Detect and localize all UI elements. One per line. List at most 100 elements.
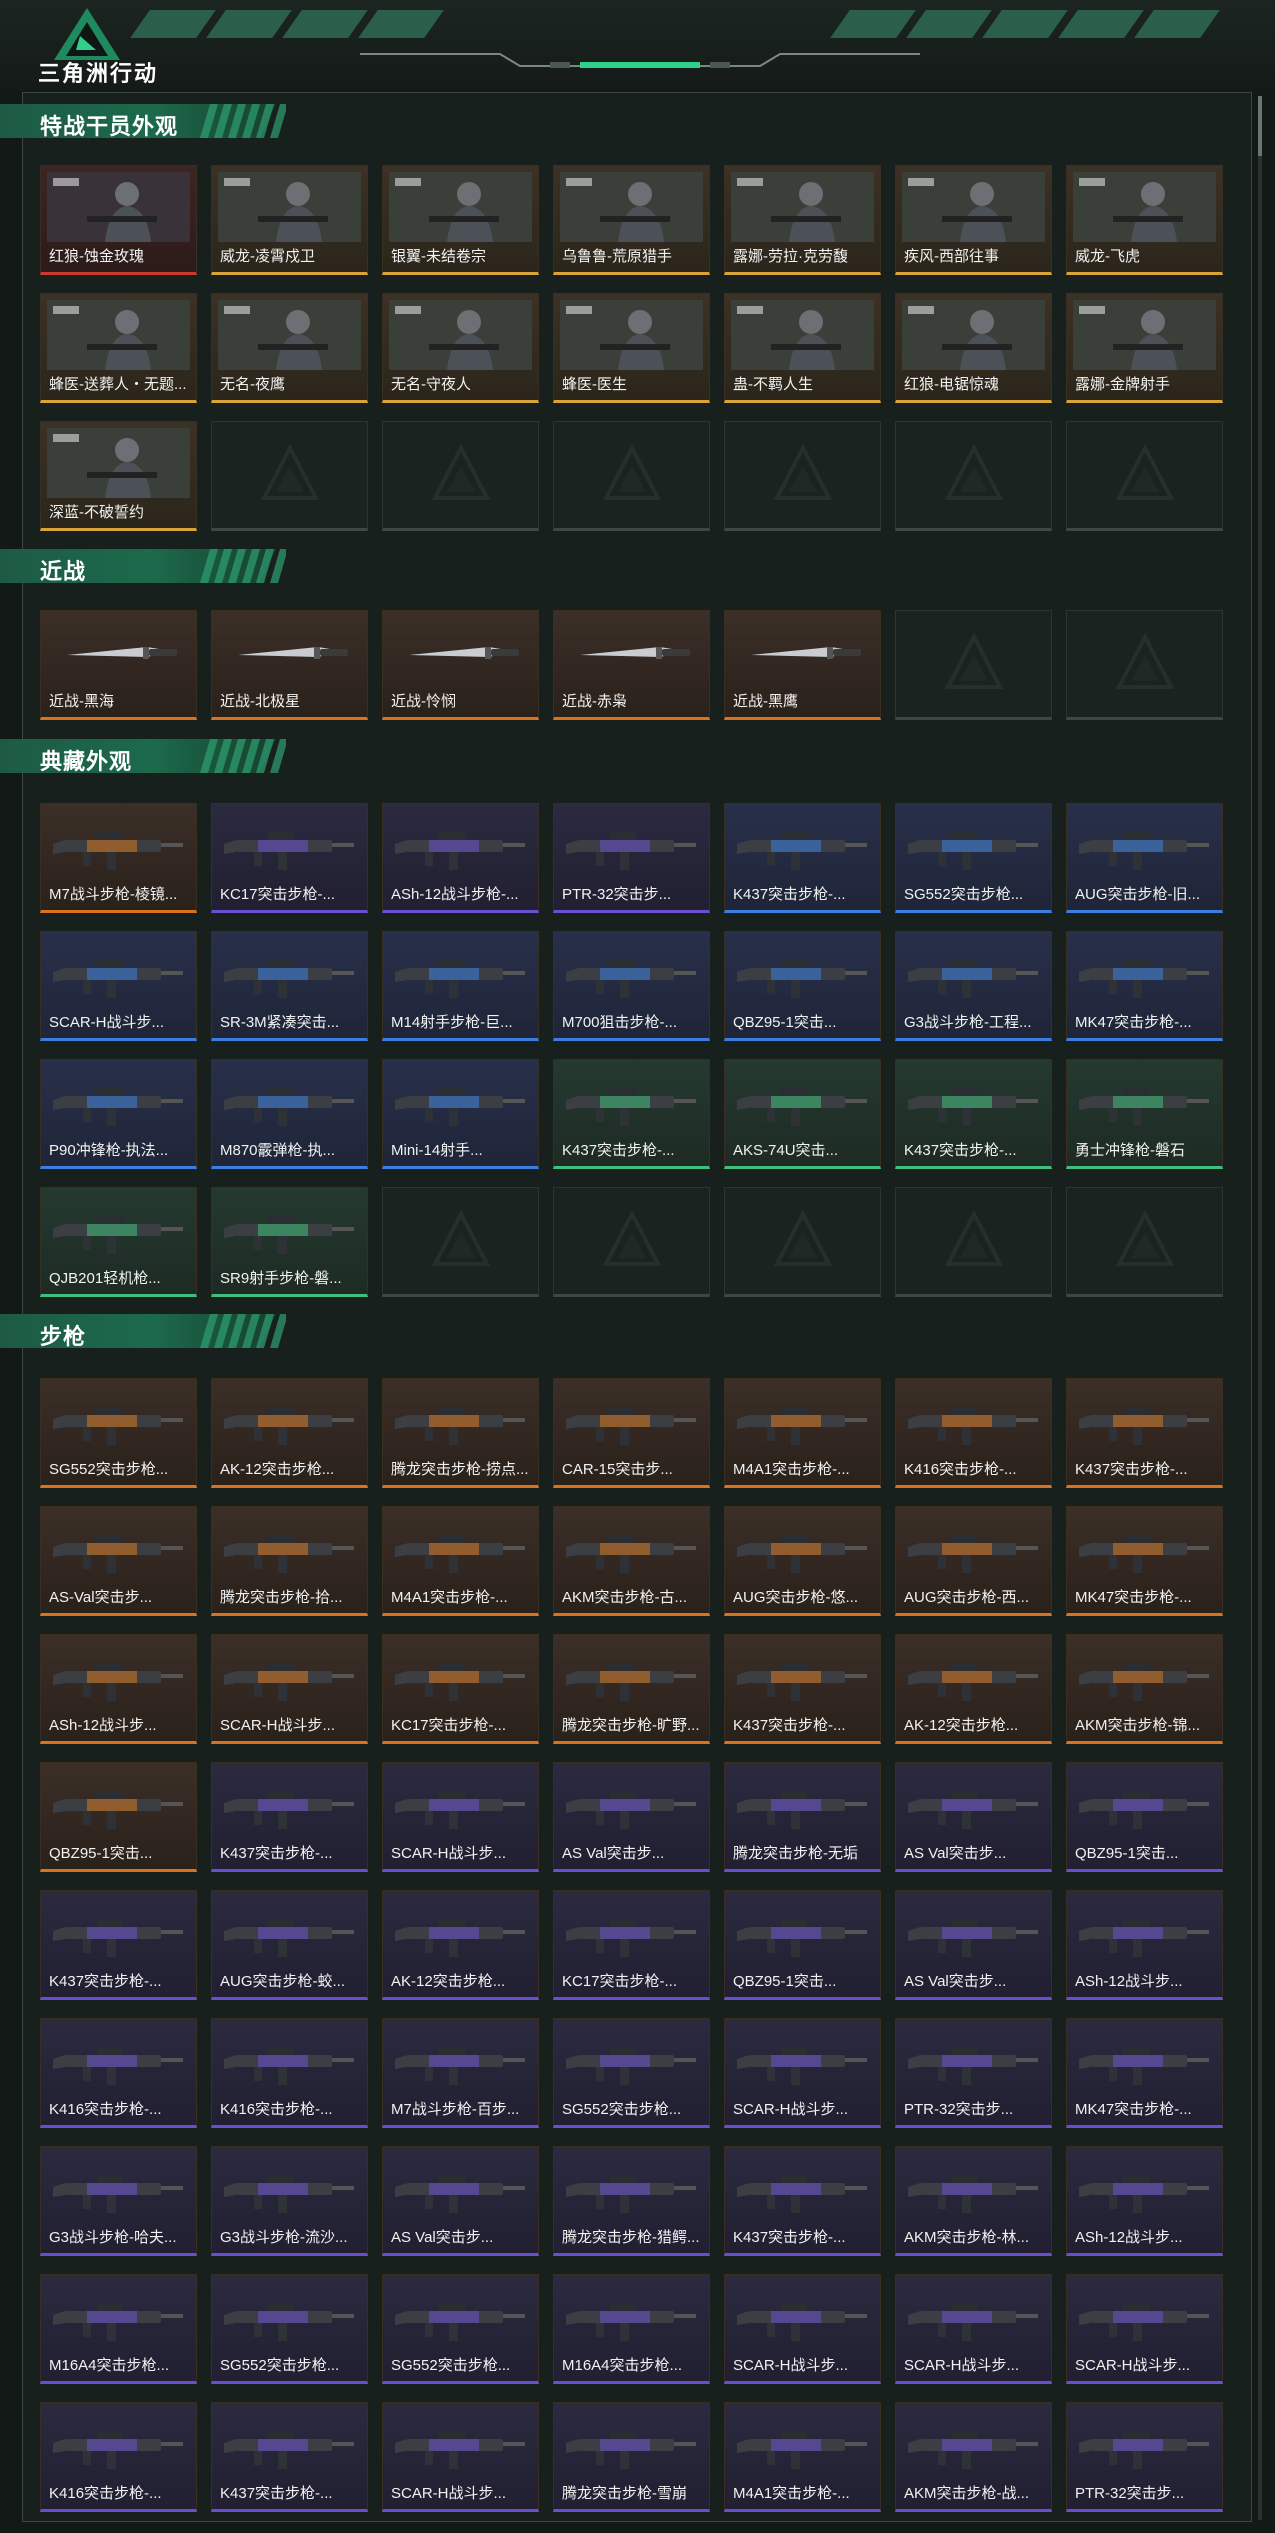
skin-card[interactable]: QBZ95-1突击... (1066, 1762, 1223, 1872)
skin-card[interactable]: ASh-12战斗步枪-... (382, 803, 539, 913)
skin-card[interactable]: K416突击步枪-... (40, 2402, 197, 2512)
skin-card[interactable]: AKM突击步枪-林... (895, 2146, 1052, 2256)
skin-card[interactable]: QJB201轻机枪... (40, 1187, 197, 1297)
skin-card[interactable]: AK-12突击步枪... (211, 1378, 368, 1488)
skin-card[interactable]: KC17突击步枪-... (382, 1634, 539, 1744)
skin-card[interactable]: K437突击步枪-... (724, 803, 881, 913)
skin-card[interactable]: SCAR-H战斗步... (724, 2018, 881, 2128)
skin-card[interactable]: ASh-12战斗步... (40, 1634, 197, 1744)
skin-card[interactable]: PTR-32突击步... (1066, 2402, 1223, 2512)
skin-card[interactable]: MK47突击步枪-... (1066, 931, 1223, 1041)
skin-card[interactable]: CAR-15突击步... (553, 1378, 710, 1488)
skin-card[interactable]: AUG突击步枪-旧... (1066, 803, 1223, 913)
skin-card[interactable]: 蜂医-医生 (553, 293, 710, 403)
skin-card[interactable]: SR9射手步枪-磐... (211, 1187, 368, 1297)
scrollbar-track[interactable] (1258, 96, 1262, 2520)
skin-card[interactable]: SCAR-H战斗步... (40, 931, 197, 1041)
skin-card[interactable]: K416突击步枪-... (40, 2018, 197, 2128)
skin-card[interactable]: SCAR-H战斗步... (382, 2402, 539, 2512)
skin-card[interactable]: AS Val突击步... (553, 1762, 710, 1872)
skin-card[interactable]: G3战斗步枪-流沙... (211, 2146, 368, 2256)
skin-card[interactable]: 腾龙突击步枪-雪崩 (553, 2402, 710, 2512)
skin-card[interactable]: AKM突击步枪-战... (895, 2402, 1052, 2512)
skin-card[interactable]: QBZ95-1突击... (724, 1890, 881, 2000)
skin-card[interactable]: 腾龙突击步枪-旷野... (553, 1634, 710, 1744)
skin-card[interactable]: M4A1突击步枪-... (724, 2402, 881, 2512)
skin-card[interactable]: Mini-14射手... (382, 1059, 539, 1169)
skin-card[interactable]: 无名-守夜人 (382, 293, 539, 403)
skin-card[interactable]: PTR-32突击步... (895, 2018, 1052, 2128)
skin-card[interactable]: K437突击步枪-... (895, 1059, 1052, 1169)
skin-card[interactable]: K416突击步枪-... (211, 2018, 368, 2128)
skin-card[interactable]: 无名-夜鹰 (211, 293, 368, 403)
skin-card[interactable]: 露娜-金牌射手 (1066, 293, 1223, 403)
skin-card[interactable]: 红狼-电锯惊魂 (895, 293, 1052, 403)
skin-card[interactable]: 蛊-不羁人生 (724, 293, 881, 403)
skin-card[interactable]: M4A1突击步枪-... (382, 1506, 539, 1616)
skin-card[interactable]: SG552突击步枪... (382, 2274, 539, 2384)
skin-card[interactable]: 近战-黑鹰 (724, 610, 881, 720)
skin-card[interactable]: M16A4突击步枪... (40, 2274, 197, 2384)
skin-card[interactable]: P90冲锋枪-执法... (40, 1059, 197, 1169)
skin-card[interactable]: K416突击步枪-... (895, 1378, 1052, 1488)
skin-card[interactable]: QBZ95-1突击... (724, 931, 881, 1041)
skin-card[interactable]: AK-12突击步枪... (382, 1890, 539, 2000)
skin-card[interactable]: SCAR-H战斗步... (724, 2274, 881, 2384)
skin-card[interactable]: KC17突击步枪-... (211, 803, 368, 913)
skin-card[interactable]: K437突击步枪-... (1066, 1378, 1223, 1488)
skin-card[interactable]: SG552突击步枪... (895, 803, 1052, 913)
skin-card[interactable]: 腾龙突击步枪-拾... (211, 1506, 368, 1616)
skin-card[interactable]: 威龙-凌霄戍卫 (211, 165, 368, 275)
skin-card[interactable]: 银翼-未结卷宗 (382, 165, 539, 275)
skin-card[interactable]: AKM突击步枪-古... (553, 1506, 710, 1616)
skin-card[interactable]: ASh-12战斗步... (1066, 1890, 1223, 2000)
skin-card[interactable]: 腾龙突击步枪-猎鳄... (553, 2146, 710, 2256)
skin-card[interactable]: AUG突击步枪-悠... (724, 1506, 881, 1616)
skin-card[interactable]: K437突击步枪-... (553, 1059, 710, 1169)
skin-card[interactable]: 威龙-飞虎 (1066, 165, 1223, 275)
skin-card[interactable]: M7战斗步枪-棱镜... (40, 803, 197, 913)
skin-card[interactable]: K437突击步枪-... (211, 1762, 368, 1872)
skin-card[interactable]: KC17突击步枪-... (553, 1890, 710, 2000)
skin-card[interactable]: 乌鲁鲁-荒原猎手 (553, 165, 710, 275)
skin-card[interactable]: K437突击步枪-... (40, 1890, 197, 2000)
skin-card[interactable]: 深蓝-不破誓约 (40, 421, 197, 531)
skin-card[interactable]: AKS-74U突击... (724, 1059, 881, 1169)
skin-card[interactable]: SR-3M紧凑突击... (211, 931, 368, 1041)
skin-card[interactable]: K437突击步枪-... (211, 2402, 368, 2512)
skin-card[interactable]: AKM突击步枪-锦... (1066, 1634, 1223, 1744)
skin-card[interactable]: ASh-12战斗步... (1066, 2146, 1223, 2256)
skin-card[interactable]: AUG突击步枪-西... (895, 1506, 1052, 1616)
skin-card[interactable]: M16A4突击步枪... (553, 2274, 710, 2384)
skin-card[interactable]: 露娜-劳拉·克劳馥 (724, 165, 881, 275)
skin-card[interactable]: M14射手步枪-巨... (382, 931, 539, 1041)
skin-card[interactable]: SCAR-H战斗步... (895, 2274, 1052, 2384)
skin-card[interactable]: AS Val突击步... (895, 1890, 1052, 2000)
skin-card[interactable]: MK47突击步枪-... (1066, 2018, 1223, 2128)
skin-card[interactable]: AS Val突击步... (382, 2146, 539, 2256)
skin-card[interactable]: AUG突击步枪-蛟... (211, 1890, 368, 2000)
skin-card[interactable]: G3战斗步枪-哈夫... (40, 2146, 197, 2256)
skin-card[interactable]: SG552突击步枪... (211, 2274, 368, 2384)
skin-card[interactable]: 疾风-西部往事 (895, 165, 1052, 275)
skin-card[interactable]: 勇士冲锋枪-磐石 (1066, 1059, 1223, 1169)
skin-card[interactable]: M4A1突击步枪-... (724, 1378, 881, 1488)
skin-card[interactable]: 蜂医-送葬人・无题... (40, 293, 197, 403)
skin-card[interactable]: K437突击步枪-... (724, 1634, 881, 1744)
skin-card[interactable]: QBZ95-1突击... (40, 1762, 197, 1872)
skin-card[interactable]: SCAR-H战斗步... (211, 1634, 368, 1744)
skin-card[interactable]: 近战-赤枭 (553, 610, 710, 720)
scrollbar-thumb[interactable] (1258, 96, 1262, 156)
skin-card[interactable]: K437突击步枪-... (724, 2146, 881, 2256)
skin-card[interactable]: SG552突击步枪... (40, 1378, 197, 1488)
skin-card[interactable]: AS-Val突击步... (40, 1506, 197, 1616)
skin-card[interactable]: M700狙击步枪-... (553, 931, 710, 1041)
skin-card[interactable]: 近战-北极星 (211, 610, 368, 720)
skin-card[interactable]: 红狼-蚀金玫瑰 (40, 165, 197, 275)
skin-card[interactable]: G3战斗步枪-工程... (895, 931, 1052, 1041)
skin-card[interactable]: PTR-32突击步... (553, 803, 710, 913)
skin-card[interactable]: 腾龙突击步枪-无垢 (724, 1762, 881, 1872)
skin-card[interactable]: MK47突击步枪-... (1066, 1506, 1223, 1616)
skin-card[interactable]: 近战-黑海 (40, 610, 197, 720)
skin-card[interactable]: SG552突击步枪... (553, 2018, 710, 2128)
